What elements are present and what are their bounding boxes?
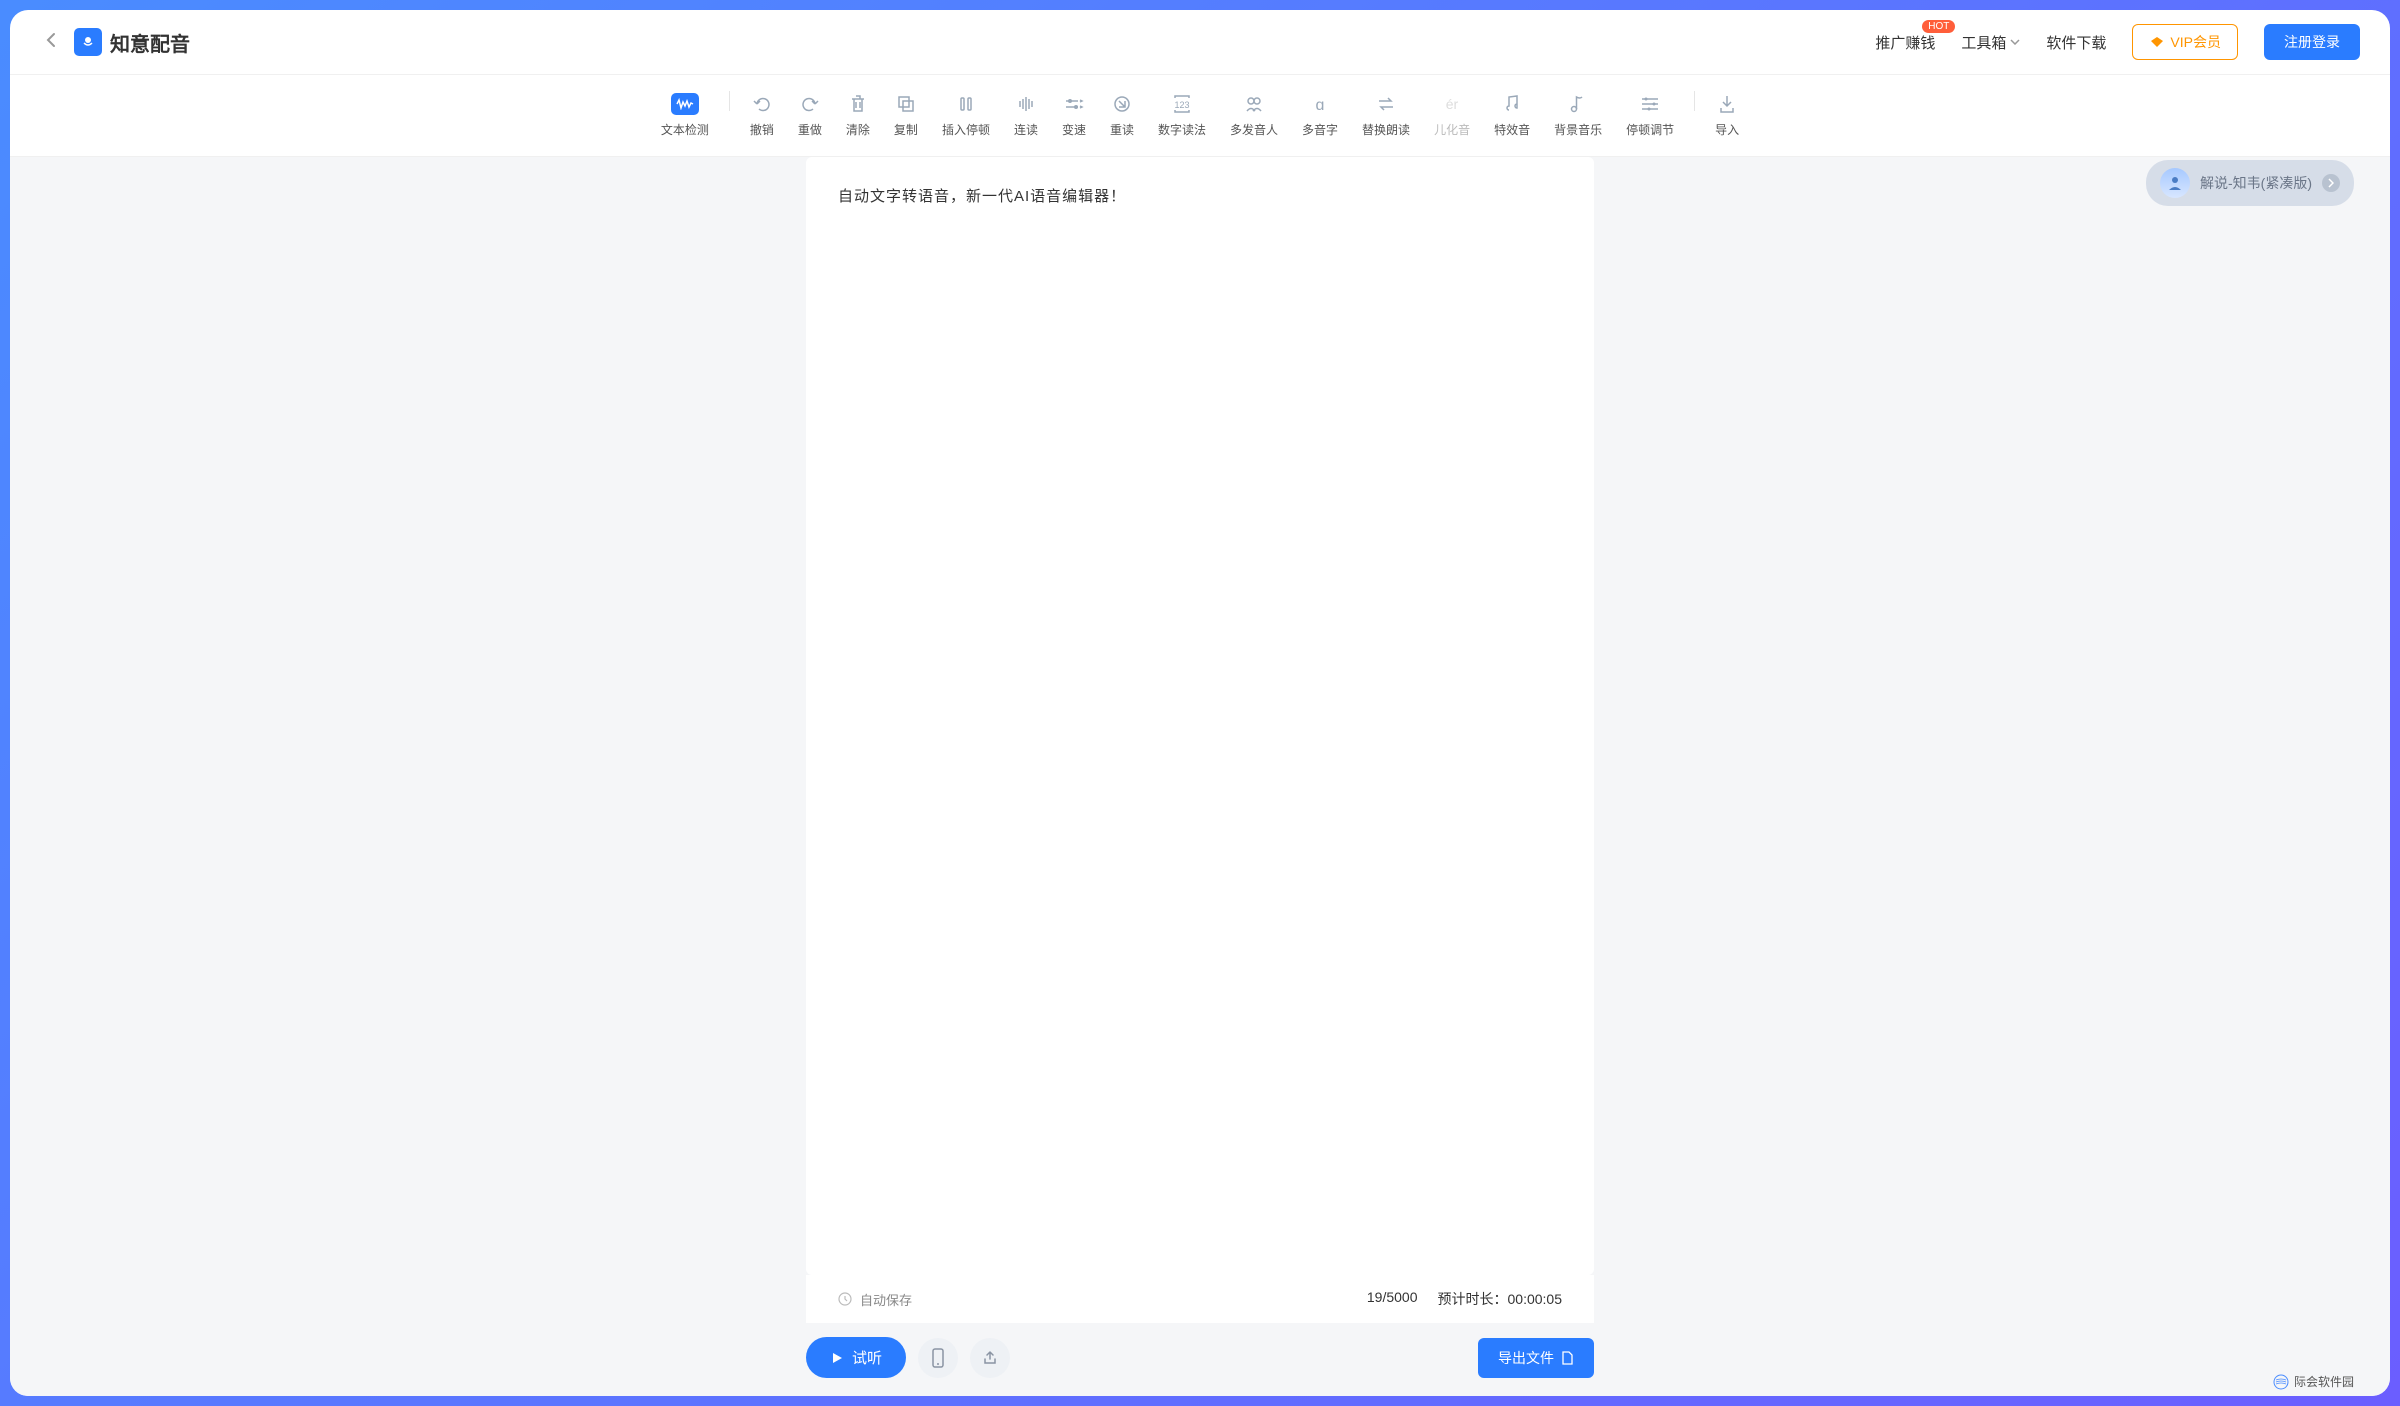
watermark-icon: [2273, 1374, 2289, 1390]
text-editor[interactable]: 自动文字转语音，新一代AI语音编辑器！: [806, 157, 1594, 1275]
voice-selector[interactable]: 解说-知韦(紧凑版): [2146, 160, 2354, 206]
tool-trash[interactable]: 清除: [836, 89, 880, 142]
editor-wrap: 自动文字转语音，新一代AI语音编辑器！ 自动保存 19/5000 预计时长：00…: [790, 157, 1610, 1396]
tool-waveform[interactable]: 文本检测: [651, 89, 719, 142]
voice-label: 解说-知韦(紧凑版): [2200, 173, 2312, 193]
app-window: 知意配音 推广赚钱 HOT 工具箱 软件下载 VIP会员 注册登录 文本检测 撤销…: [10, 10, 2390, 1396]
header-nav: 推广赚钱 HOT 工具箱 软件下载 VIP会员 注册登录: [1875, 24, 2360, 60]
tool-polyphonic[interactable]: ɑ 多音字: [1292, 89, 1348, 142]
tool-label: 撤销: [750, 121, 774, 138]
action-bar: 试听 导出文件: [806, 1323, 1594, 1396]
tool-label: 儿化音: [1434, 121, 1470, 138]
copy-icon: [895, 93, 917, 115]
voice-avatar-icon: [2160, 168, 2190, 198]
main-area: 自动文字转语音，新一代AI语音编辑器！ 自动保存 19/5000 预计时长：00…: [10, 157, 2390, 1396]
tool-label: 重做: [798, 121, 822, 138]
tool-undo[interactable]: 撤销: [740, 89, 784, 142]
tool-copy[interactable]: 复制: [884, 89, 928, 142]
tool-er[interactable]: ér 儿化音: [1424, 89, 1480, 142]
waveform-icon: [671, 93, 699, 115]
logo-icon: [74, 28, 102, 56]
chevron-down-icon: [2010, 39, 2020, 45]
tool-replace[interactable]: 替换朗读: [1352, 89, 1420, 142]
tool-label: 特效音: [1494, 121, 1530, 138]
tool-label: 多发音人: [1230, 121, 1278, 138]
accent-icon: [1111, 93, 1133, 115]
bars-vertical-icon: [1015, 93, 1037, 115]
tool-label: 多音字: [1302, 121, 1338, 138]
tool-bg-music[interactable]: 背景音乐: [1544, 89, 1612, 142]
tool-pause-adjust[interactable]: 停顿调节: [1616, 89, 1684, 142]
speed-icon: [1063, 93, 1085, 115]
logo: 知意配音: [74, 28, 190, 57]
autosave-label: 自动保存: [860, 1290, 912, 1309]
preview-button[interactable]: 试听: [806, 1337, 906, 1378]
redo-icon: [799, 93, 821, 115]
logo-text: 知意配音: [110, 28, 190, 57]
number-icon: 123: [1171, 93, 1193, 115]
pause-adjust-icon: [1639, 93, 1661, 115]
tool-music-note[interactable]: 特效音: [1484, 89, 1540, 142]
vip-button[interactable]: VIP会员: [2132, 24, 2238, 60]
tool-bars-vertical[interactable]: 连读: [1004, 89, 1048, 142]
tool-label: 重读: [1110, 121, 1134, 138]
tool-label: 复制: [894, 121, 918, 138]
nav-toolbox[interactable]: 工具箱: [1961, 32, 2020, 53]
tool-label: 背景音乐: [1554, 121, 1602, 138]
svg-text:ɑ: ɑ: [1316, 97, 1325, 114]
tool-accent[interactable]: 重读: [1100, 89, 1144, 142]
back-button[interactable]: [40, 26, 62, 59]
duration: 预计时长：00:00:05: [1438, 1289, 1563, 1309]
toolbar-separator: [1694, 91, 1695, 111]
nav-promote[interactable]: 推广赚钱 HOT: [1875, 32, 1935, 53]
polyphonic-icon: ɑ: [1309, 93, 1331, 115]
nav-download[interactable]: 软件下载: [2046, 32, 2106, 53]
login-button[interactable]: 注册登录: [2264, 24, 2360, 60]
music-note-icon: [1501, 93, 1523, 115]
header: 知意配音 推广赚钱 HOT 工具箱 软件下载 VIP会员 注册登录: [10, 10, 2390, 75]
tool-redo[interactable]: 重做: [788, 89, 832, 142]
mobile-button[interactable]: [918, 1338, 958, 1378]
er-icon: ér: [1441, 93, 1463, 115]
tool-label: 变速: [1062, 121, 1086, 138]
tool-label: 清除: [846, 121, 870, 138]
tool-speed[interactable]: 变速: [1052, 89, 1096, 142]
tool-label: 数字读法: [1158, 121, 1206, 138]
import-icon: [1716, 93, 1738, 115]
pause-insert-icon: [955, 93, 977, 115]
export-button[interactable]: 导出文件: [1478, 1338, 1594, 1378]
tool-number[interactable]: 123 数字读法: [1148, 89, 1216, 142]
hot-badge: HOT: [1922, 20, 1955, 33]
multi-voice-icon: [1243, 93, 1265, 115]
char-count: 19/5000: [1367, 1289, 1418, 1309]
phone-icon: [931, 1348, 945, 1368]
share-button[interactable]: [970, 1338, 1010, 1378]
trash-icon: [847, 93, 869, 115]
tool-label: 停顿调节: [1626, 121, 1674, 138]
tool-multi-voice[interactable]: 多发音人: [1220, 89, 1288, 142]
tool-label: 文本检测: [661, 121, 709, 138]
tool-pause-insert[interactable]: 插入停顿: [932, 89, 1000, 142]
bg-music-icon: [1567, 93, 1589, 115]
replace-icon: [1375, 93, 1397, 115]
toolbar: 文本检测 撤销 重做 清除 复制 插入停顿 连读 变速 重读 123 数字读法 多发音人 ɑ 多音字 替换朗…: [10, 75, 2390, 157]
clock-icon: [838, 1292, 852, 1306]
tool-label: 插入停顿: [942, 121, 990, 138]
toolbar-separator: [729, 91, 730, 111]
file-icon: [1560, 1351, 1574, 1365]
tool-label: 导入: [1715, 121, 1739, 138]
watermark: 际会软件园: [2273, 1373, 2354, 1390]
share-icon: [982, 1350, 998, 1366]
vip-icon: [2149, 35, 2165, 49]
tool-label: 连读: [1014, 121, 1038, 138]
tool-label: 替换朗读: [1362, 121, 1410, 138]
undo-icon: [751, 93, 773, 115]
svg-text:ér: ér: [1446, 96, 1459, 112]
svg-text:123: 123: [1174, 100, 1189, 110]
editor-footer: 自动保存 19/5000 预计时长：00:00:05: [806, 1275, 1594, 1323]
chevron-right-icon: [2322, 174, 2340, 192]
tool-import[interactable]: 导入: [1705, 89, 1749, 142]
play-icon: [830, 1351, 844, 1365]
